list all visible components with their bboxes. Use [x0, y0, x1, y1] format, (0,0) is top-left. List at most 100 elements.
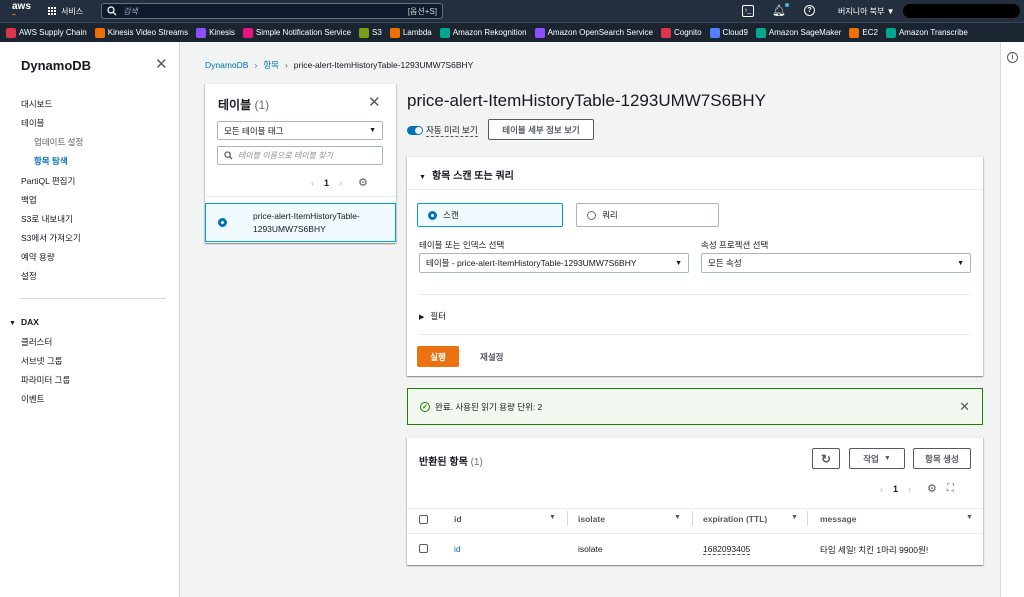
- favorite-rekognition[interactable]: Amazon Rekognition: [439, 27, 527, 38]
- column-header-isolate[interactable]: isolate: [578, 514, 605, 524]
- help-icon[interactable]: ?: [803, 5, 815, 16]
- sidenav-item-tables[interactable]: 테이블: [21, 117, 44, 129]
- bell-icon[interactable]: 🔔︎: [772, 3, 789, 17]
- next-page-icon[interactable]: ›: [908, 484, 911, 494]
- favorite-ec2[interactable]: EC2: [849, 27, 878, 38]
- sidenav-item-export-s3[interactable]: S3로 내보내기: [21, 213, 73, 225]
- sort-caret-icon[interactable]: ▼: [966, 514, 973, 521]
- gear-icon[interactable]: ⚙: [927, 482, 937, 495]
- index-select-label: 테이블 또는 인덱스 선택: [419, 240, 505, 250]
- index-select-value: 테이블 - price-alert-ItemHistoryTable-1293U…: [426, 258, 637, 268]
- aws-logo[interactable]: aws ⌣: [12, 2, 34, 19]
- column-header-expiration[interactable]: expiration (TTL): [703, 514, 767, 524]
- favorite-sns[interactable]: Simple Notification Service: [242, 27, 351, 38]
- cloudshell-icon[interactable]: ›_: [742, 4, 754, 17]
- region-selector[interactable]: 버지니아 북부 ▼: [838, 6, 895, 17]
- top-navigation-bar: aws ⌣ 서비스 검색 [옵션+S] ›_ 🔔︎ ? 버지니아 북부 ▼: [0, 0, 1024, 22]
- fullscreen-icon[interactable]: ⛶: [947, 483, 954, 494]
- success-message: 완료. 사용된 읽기 용량 단위: 2: [435, 401, 543, 412]
- sidenav-item-dashboard[interactable]: 대시보드: [21, 98, 52, 110]
- column-resizer[interactable]: [807, 511, 808, 526]
- select-all-checkbox[interactable]: [419, 515, 428, 524]
- prev-page-icon[interactable]: ‹: [311, 178, 314, 188]
- filter-expander[interactable]: ▶ 필터: [419, 310, 446, 322]
- reset-button[interactable]: 재설정: [480, 351, 503, 363]
- breadcrumb-items[interactable]: 항목: [263, 59, 279, 71]
- info-icon[interactable]: i: [1007, 52, 1018, 63]
- table-list-item[interactable]: price-alert-ItemHistoryTable- 1293UMW7S6…: [205, 203, 396, 242]
- sidenav-item-update-settings[interactable]: 업데이트 설정: [34, 136, 83, 148]
- column-resizer[interactable]: [567, 511, 568, 526]
- projection-select[interactable]: 모든 속성 ▼: [701, 253, 971, 273]
- sort-caret-icon[interactable]: ▼: [791, 514, 798, 521]
- sort-caret-icon[interactable]: ▼: [674, 514, 681, 521]
- run-button[interactable]: 실행: [417, 346, 459, 367]
- dax-section-toggle[interactable]: ▼ DAX: [9, 317, 39, 327]
- sort-caret-icon[interactable]: ▼: [549, 514, 556, 521]
- gear-icon[interactable]: ⚙: [358, 176, 368, 189]
- favorite-cognito[interactable]: Cognito: [660, 27, 702, 38]
- actions-button[interactable]: 작업 ▼: [849, 448, 905, 469]
- side-navigation: DynamoDB ✕ 대시보드 테이블 업데이트 설정 항목 탐색 PartiQ…: [0, 42, 180, 597]
- services-menu-button[interactable]: 서비스: [48, 6, 83, 17]
- favorite-sagemaker[interactable]: Amazon SageMaker: [755, 27, 841, 38]
- caret-down-icon: ▼: [419, 174, 426, 181]
- column-header-message[interactable]: message: [820, 514, 856, 524]
- index-select[interactable]: 테이블 - price-alert-ItemHistoryTable-1293U…: [419, 253, 689, 273]
- row-checkbox[interactable]: [419, 544, 428, 553]
- service-icon: [242, 27, 253, 38]
- toggle-switch-icon: [407, 126, 423, 135]
- sidenav-item-subnet-groups[interactable]: 서브넷 그룹: [21, 355, 62, 367]
- favorite-aws-supply-chain[interactable]: AWS Supply Chain: [6, 27, 87, 38]
- current-page[interactable]: 1: [324, 178, 329, 188]
- table-tag-select[interactable]: 모든 테이블 태그 ▼: [217, 121, 383, 140]
- scan-label: 스캔: [443, 210, 459, 220]
- services-grid-icon: [48, 7, 56, 15]
- cell-id[interactable]: id: [454, 544, 461, 554]
- column-resizer[interactable]: [692, 511, 693, 526]
- sidenav-item-clusters[interactable]: 클러스터: [21, 336, 52, 348]
- scan-query-title: 항목 스캔 또는 쿼리: [431, 171, 514, 182]
- prev-page-icon[interactable]: ‹: [880, 484, 883, 494]
- favorite-label: EC2: [862, 28, 878, 37]
- view-table-details-button[interactable]: 테이블 세부 정보 보기: [488, 119, 594, 140]
- sidenav-item-import-s3[interactable]: S3에서 가져오기: [21, 232, 81, 244]
- refresh-button[interactable]: ↻: [812, 448, 840, 469]
- sidenav-item-events[interactable]: 이벤트: [21, 393, 44, 405]
- sidenav-item-parameter-groups[interactable]: 파라미터 그룹: [21, 374, 70, 386]
- close-icon[interactable]: ✕: [959, 399, 970, 415]
- scan-option[interactable]: 스캔: [417, 203, 563, 227]
- sidenav-item-backups[interactable]: 백업: [21, 194, 37, 206]
- favorite-lambda[interactable]: Lambda: [389, 27, 432, 38]
- favorite-opensearch[interactable]: Amazon OpenSearch Service: [534, 27, 653, 38]
- favorite-transcribe[interactable]: Amazon Transcribe: [885, 27, 968, 38]
- search-icon: [107, 6, 117, 16]
- next-page-icon[interactable]: ›: [339, 178, 342, 188]
- table-search-input[interactable]: 테이블 이름으로 테이블 찾기: [217, 146, 383, 165]
- create-item-button[interactable]: 항목 생성: [913, 448, 971, 469]
- favorite-s3[interactable]: S3: [359, 27, 382, 38]
- column-header-id[interactable]: id: [454, 514, 462, 524]
- scan-query-header[interactable]: ▼ 항목 스캔 또는 쿼리: [419, 167, 514, 182]
- sidenav-item-settings[interactable]: 설정: [21, 270, 37, 282]
- close-icon[interactable]: ✕: [155, 55, 168, 73]
- auto-preview-toggle[interactable]: 자동 미리 보기: [407, 124, 478, 137]
- current-page[interactable]: 1: [893, 484, 898, 494]
- favorite-kinesis-video-streams[interactable]: Kinesis Video Streams: [94, 27, 188, 38]
- favorite-label: AWS Supply Chain: [19, 28, 87, 37]
- account-menu[interactable]: [903, 4, 1020, 18]
- radio-selected-icon[interactable]: [218, 218, 227, 227]
- favorite-kinesis[interactable]: Kinesis: [196, 27, 235, 38]
- tables-panel: 테이블 (1) ✕ 모든 테이블 태그 ▼ 테이블 이름으로 테이블 찾기 ‹ …: [205, 83, 396, 243]
- global-search-input[interactable]: 검색 [옵션+S]: [101, 3, 443, 19]
- service-icon: [196, 27, 207, 38]
- query-option[interactable]: 쿼리: [576, 203, 719, 227]
- favorite-label: Cloud9: [722, 28, 748, 37]
- results-count: (1): [470, 457, 483, 468]
- favorite-cloud9[interactable]: Cloud9: [709, 27, 748, 38]
- sidenav-item-reserved-capacity[interactable]: 예약 용량: [21, 251, 55, 263]
- sidenav-item-explore-items[interactable]: 항목 탐색: [34, 155, 68, 167]
- breadcrumb-dynamodb[interactable]: DynamoDB: [205, 60, 248, 70]
- sidenav-item-partiql-editor[interactable]: PartiQL 편집기: [21, 175, 75, 187]
- close-icon[interactable]: ✕: [368, 93, 381, 111]
